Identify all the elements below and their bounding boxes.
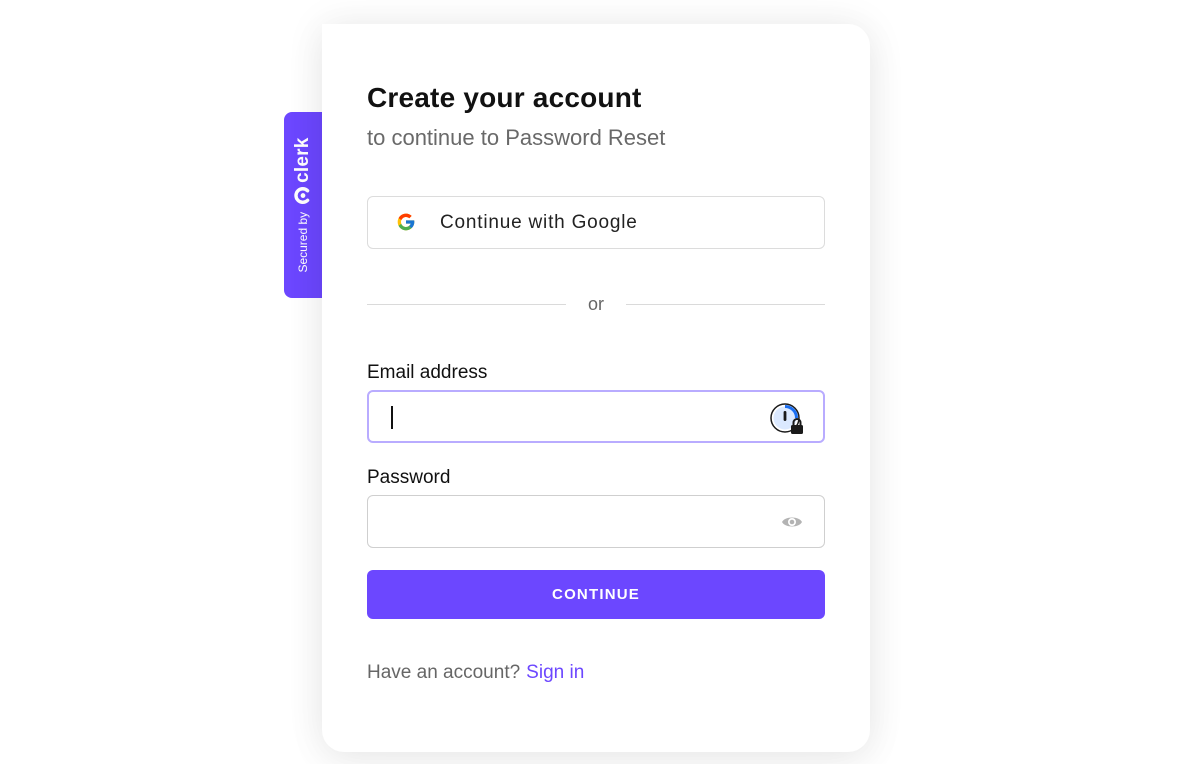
password-field[interactable]	[367, 495, 825, 548]
eye-icon[interactable]	[781, 514, 803, 530]
password-field-label: Password	[367, 467, 451, 488]
badge-brand-text: clerk	[292, 137, 313, 183]
text-caret	[391, 406, 393, 429]
continue-button[interactable]: CONTINUE	[367, 570, 825, 619]
google-g-icon	[397, 213, 415, 231]
have-account-text: Have an account?	[367, 662, 521, 683]
signup-card: Create your account to continue to Passw…	[322, 24, 870, 752]
badge-logo: clerk	[292, 137, 314, 205]
badge-content: Secured by clerk	[292, 137, 314, 272]
page: Secured by clerk Create your account to …	[0, 0, 1200, 764]
sign-in-link[interactable]: Sign in	[526, 662, 584, 683]
email-field-label: Email address	[367, 362, 488, 383]
clerk-logo-icon	[294, 187, 310, 205]
continue-with-google-button[interactable]: Continue with Google	[367, 196, 825, 249]
page-subtitle: to continue to Password Reset	[367, 125, 666, 150]
secured-by-clerk-badge[interactable]: Secured by clerk	[284, 112, 322, 298]
password-manager-lock-icon[interactable]	[769, 402, 805, 436]
page-title: Create your account	[367, 82, 642, 113]
continue-with-google-label: Continue with Google	[440, 212, 638, 233]
badge-secured-text: Secured by	[296, 211, 310, 273]
email-field[interactable]	[367, 390, 825, 443]
divider-or-text: or	[587, 294, 604, 314]
signin-prompt: Have an account? Sign in	[367, 662, 584, 684]
divider-line-left	[367, 304, 566, 305]
divider-line-right	[626, 304, 825, 305]
